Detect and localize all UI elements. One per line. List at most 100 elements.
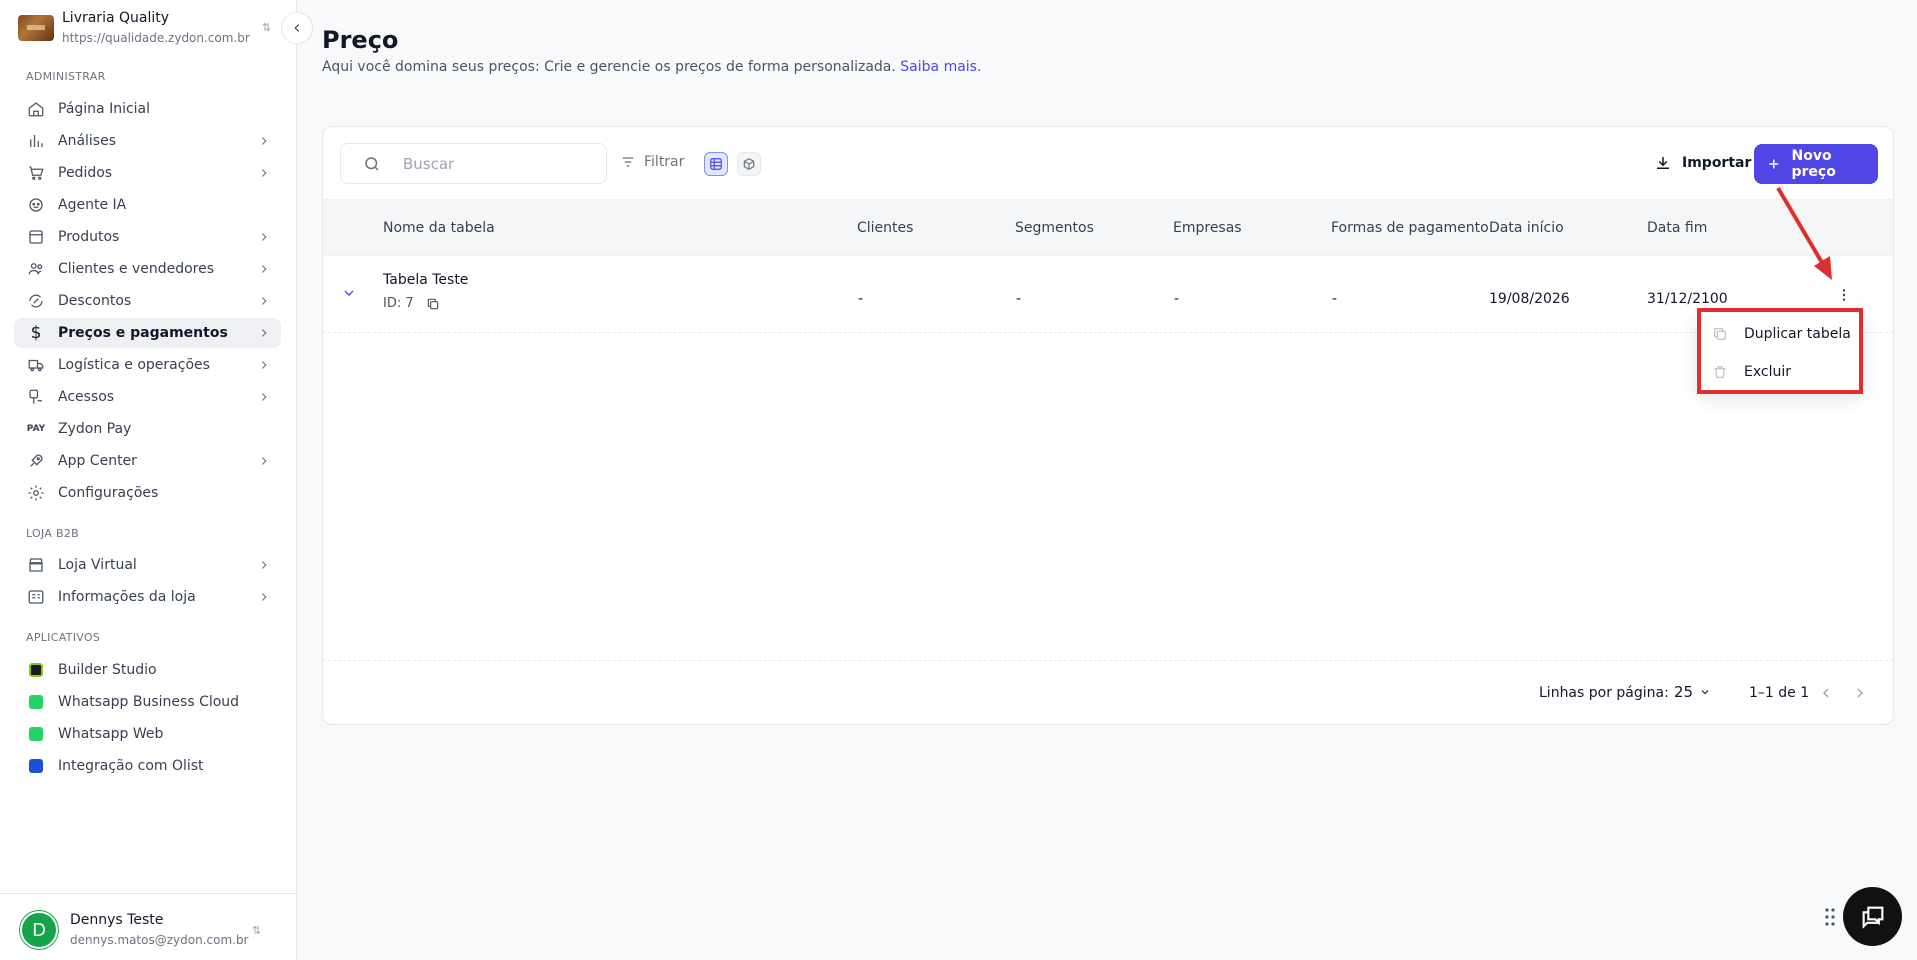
chevron-right-icon [261,137,267,145]
divider [323,660,1893,661]
sidebar-item-logistica[interactable]: Logística e operações [14,350,281,380]
chart-icon [26,131,46,151]
section-label-admin: ADMINISTRAR [26,70,106,83]
column-header[interactable]: Formas de pagamento [1331,220,1489,236]
whatsapp-icon [29,695,43,709]
sidebar-item-olist[interactable]: Integração com Olist [14,751,281,781]
chevron-right-icon [261,393,267,401]
sidebar-item-informacoes-loja[interactable]: Informações da loja [14,582,281,612]
user-email: dennys.matos@zydon.com.br [70,933,249,947]
price-tables-card: Filtrar Importar Novo preço Nome da tabe… [322,126,1894,725]
cell-empresas: - [1174,291,1180,307]
store-url: https://qualidade.zydon.com.br [62,31,250,45]
next-page-icon[interactable] [1852,685,1868,701]
sidebar-item-pedidos[interactable]: Pedidos [14,158,281,188]
store-icon [26,555,46,575]
sidebar-item-home[interactable]: Página Inicial [14,94,281,124]
prev-page-icon[interactable] [1818,685,1834,701]
download-icon [1657,157,1669,169]
user-menu[interactable]: D Dennys Teste dennys.matos@zydon.com.br… [20,911,280,951]
collapse-sidebar-button[interactable] [281,12,313,44]
sidebar-item-zydon-pay[interactable]: PAY Zydon Pay [14,414,281,444]
pay-icon: PAY [26,424,46,434]
olist-icon [29,759,43,773]
chat-button[interactable] [1843,887,1902,946]
column-header[interactable]: Segmentos [1015,220,1094,236]
chat-icon [1862,906,1883,929]
cell-segmentos: - [1016,291,1022,307]
sidebar-item-configuracoes[interactable]: Configurações [14,478,281,508]
box-icon [26,227,46,247]
table-view-button[interactable] [704,152,728,176]
more-vertical-icon[interactable] [1836,287,1852,303]
pagination-range: 1–1 de 1 [1749,685,1810,701]
section-label-loja: LOJA B2B [26,527,79,540]
sidebar-item-descontos[interactable]: Descontos [14,286,281,316]
sidebar-item-whatsapp-web[interactable]: Whatsapp Web [14,719,281,749]
sidebar-item-loja-virtual[interactable]: Loja Virtual [14,550,281,580]
user-switch-icon[interactable]: ⇅ [252,924,261,937]
column-header[interactable]: Data início [1489,220,1564,236]
import-button[interactable]: Importar [1654,154,1751,172]
table-row[interactable]: Tabela Teste ID: 7 - - - - 19/08/2026 31… [323,256,1893,333]
store-switcher[interactable]: Livraria Quality https://qualidade.zydon… [18,10,278,50]
chevron-right-icon [261,457,267,465]
store-switch-icon[interactable]: ⇅ [262,21,271,34]
highlight-box [1697,308,1863,394]
product-view-button[interactable] [737,152,761,176]
rows-per-page-label: Linhas por página: [1539,685,1669,701]
search-box[interactable] [340,143,607,184]
chevron-right-icon [261,361,267,369]
column-header[interactable]: Data fim [1647,220,1707,236]
page-subtitle: Aqui você domina seus preços: Crie e ger… [322,59,982,75]
filter-button[interactable]: Filtrar [620,154,684,170]
sidebar-item-acessos[interactable]: Acessos [14,382,281,412]
chevron-down-icon[interactable] [341,285,357,301]
sidebar-item-precos-pagamentos[interactable]: $ Preços e pagamentos [14,318,281,348]
chevron-right-icon [261,561,267,569]
sidebar-item-whatsapp-cloud[interactable]: Whatsapp Business Cloud [14,687,281,717]
truck-icon [26,355,46,375]
cell-clientes: - [858,291,864,307]
dollar-icon: $ [30,323,42,343]
cell-formas: - [1332,291,1338,307]
table-icon [710,158,722,170]
avatar: D [20,911,58,949]
filter-icon [622,157,634,167]
divider [0,893,297,894]
info-icon [26,587,46,607]
section-label-apps: APLICATIVOS [26,631,101,644]
search-icon [365,156,379,171]
sidebar-item-clientes[interactable]: Clientes e vendedores [14,254,281,284]
drag-handle-icon[interactable] [1824,907,1836,927]
search-input[interactable] [403,154,583,173]
table-header: Nome da tabela Clientes Segmentos Empres… [323,199,1893,256]
chevron-right-icon [261,297,267,305]
builder-studio-icon [29,663,43,677]
cell-data-fim: 31/12/2100 [1647,291,1728,307]
annotation-arrow [1776,186,1832,280]
sidebar-item-agente-ia[interactable]: Agente IA [14,190,281,220]
rows-per-page-select[interactable]: 25 [1674,683,1711,701]
sidebar-item-builder-studio[interactable]: Builder Studio [14,655,281,685]
store-name: Livraria Quality [62,10,170,26]
sidebar-item-analises[interactable]: Análises [14,126,281,156]
column-header[interactable]: Empresas [1173,220,1242,236]
bot-icon [26,195,46,215]
whatsapp-icon [29,727,43,741]
cube-icon [743,158,755,170]
column-header[interactable]: Nome da tabela [383,220,495,236]
column-header[interactable]: Clientes [857,220,913,236]
learn-more-link[interactable]: Saiba mais. [900,59,981,75]
chevron-down-icon [1701,690,1709,695]
sidebar-item-produtos[interactable]: Produtos [14,222,281,252]
chevron-right-icon [261,169,267,177]
new-price-button[interactable]: Novo preço [1754,144,1878,184]
gear-icon [26,483,46,503]
page-title: Preço [322,26,399,54]
chevron-right-icon [261,329,267,337]
chevron-right-icon [261,265,267,273]
sidebar-item-app-center[interactable]: App Center [14,446,281,476]
copy-icon[interactable] [426,297,440,311]
cell-data-inicio: 19/08/2026 [1489,291,1570,307]
